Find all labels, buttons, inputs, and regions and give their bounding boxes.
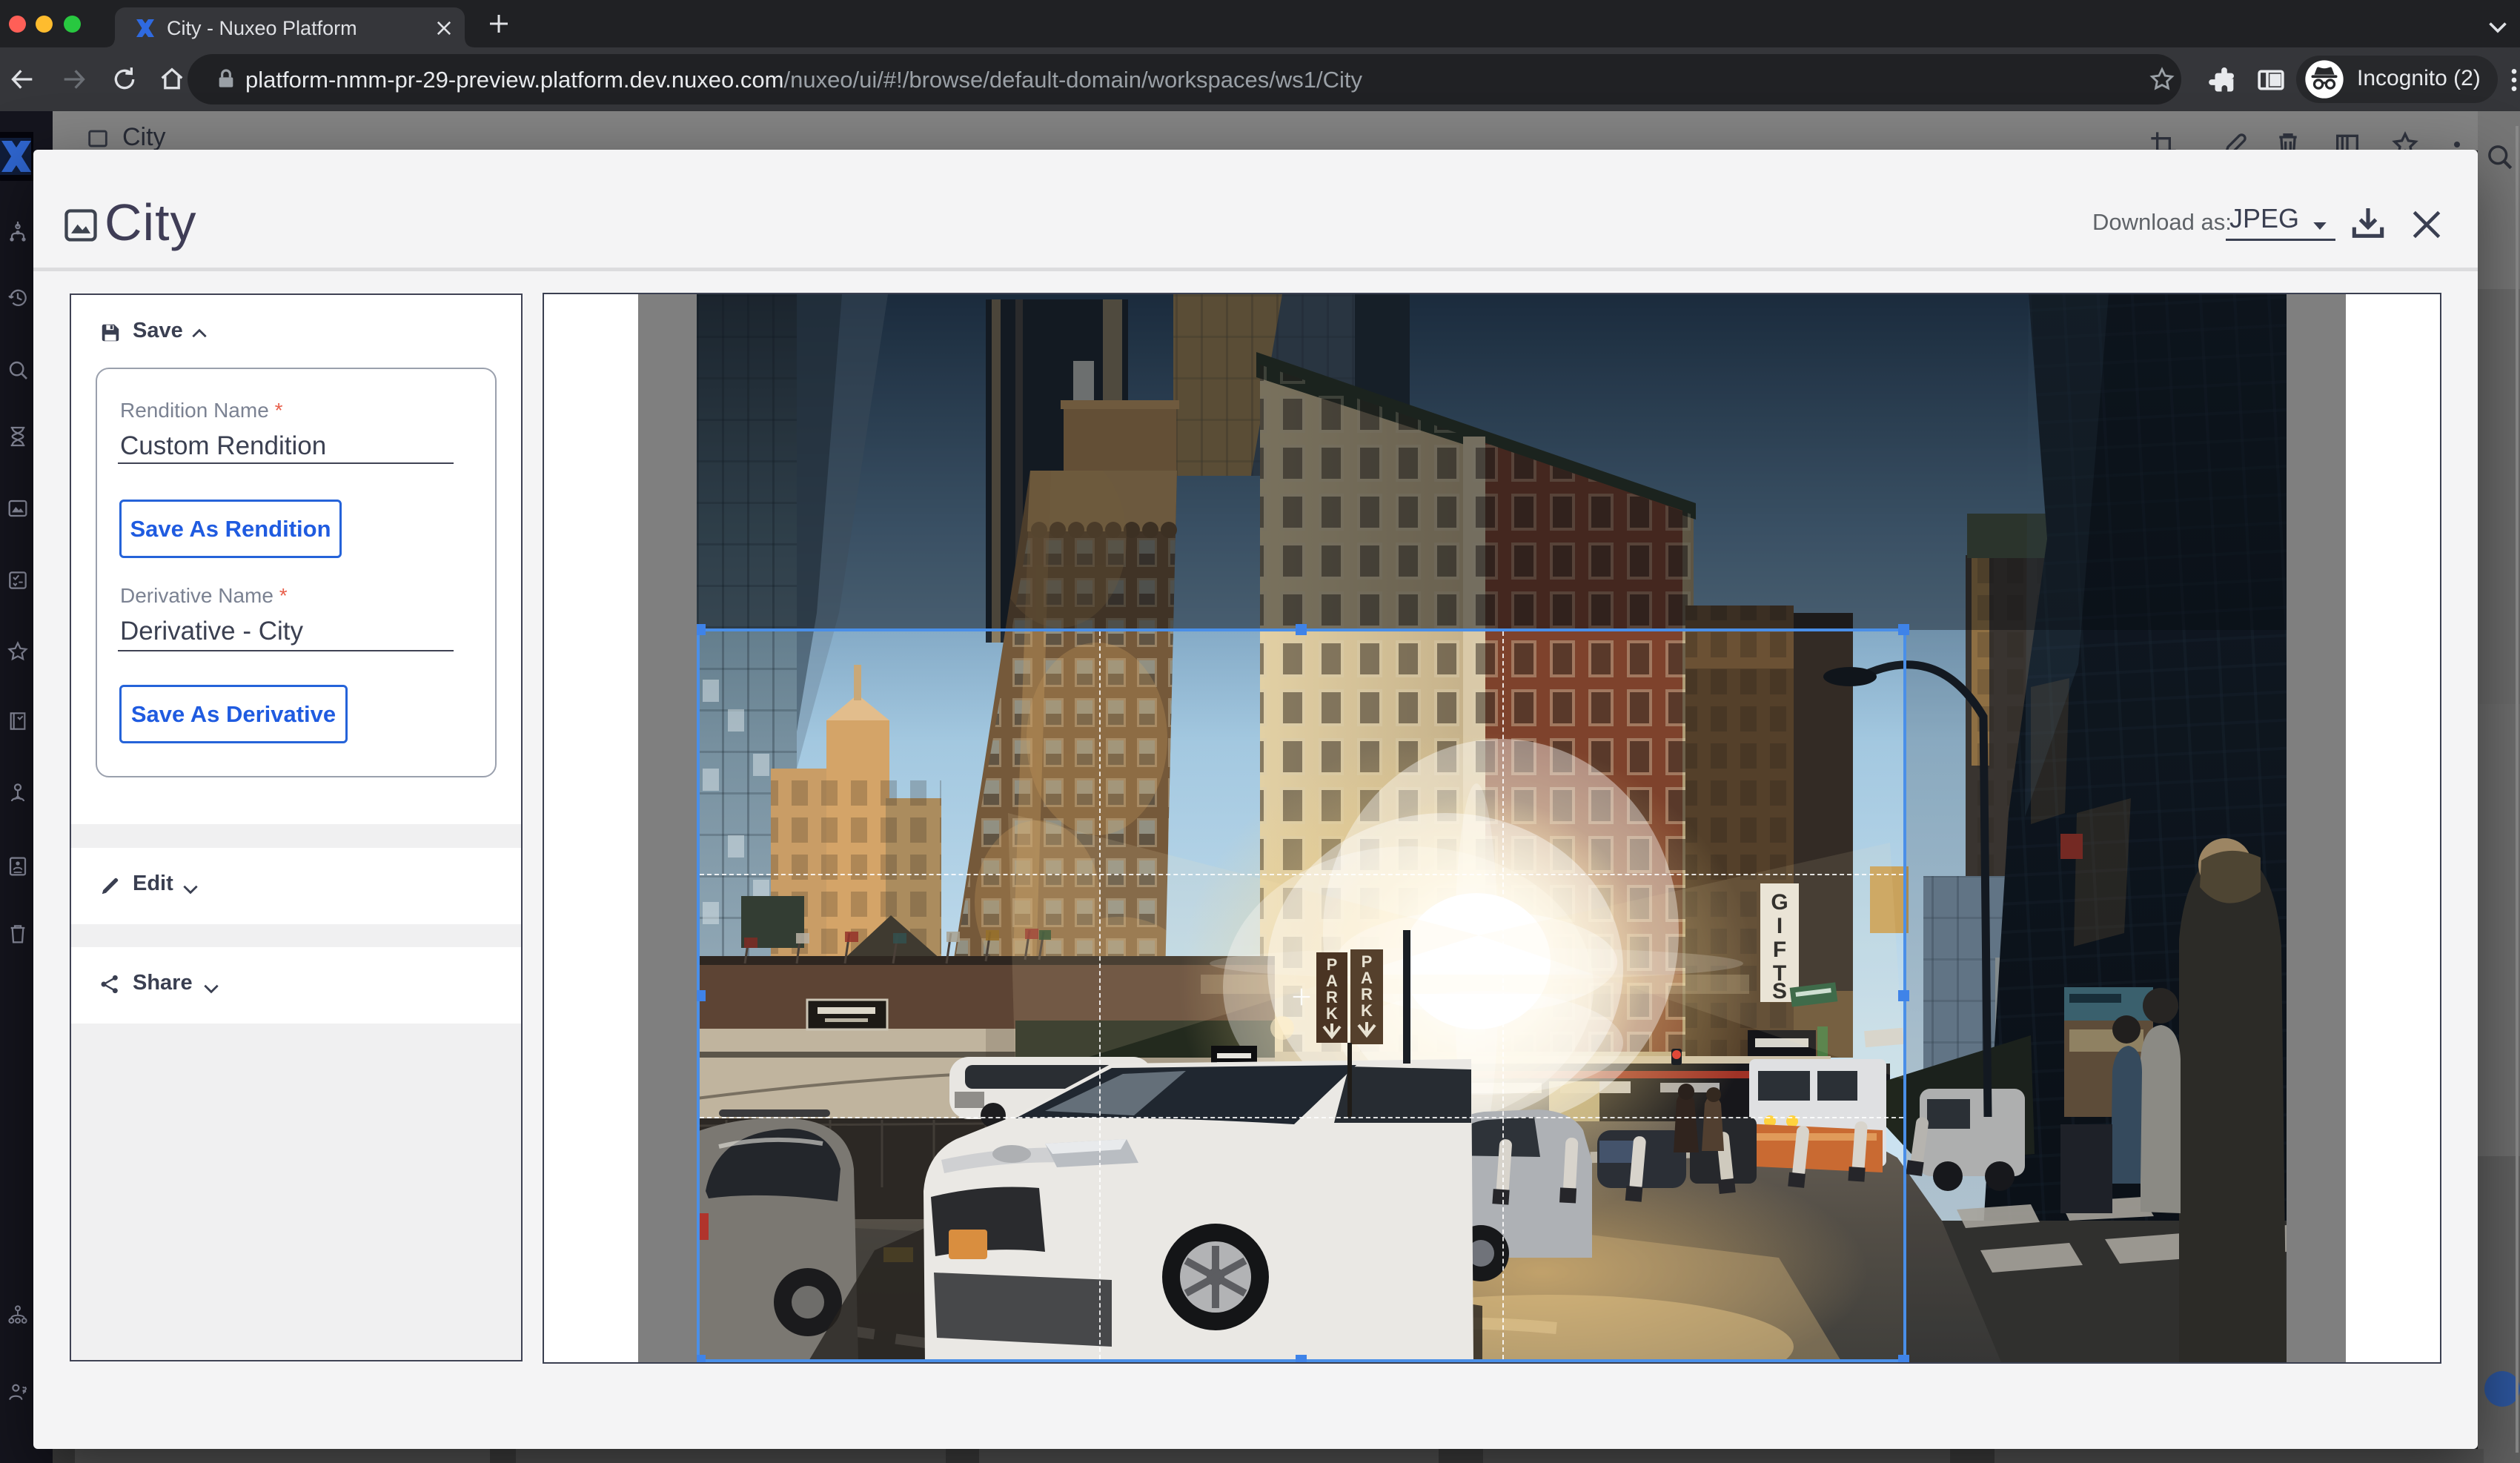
svg-text:K: K [1326,1004,1338,1023]
svg-text:K: K [1361,1001,1373,1020]
